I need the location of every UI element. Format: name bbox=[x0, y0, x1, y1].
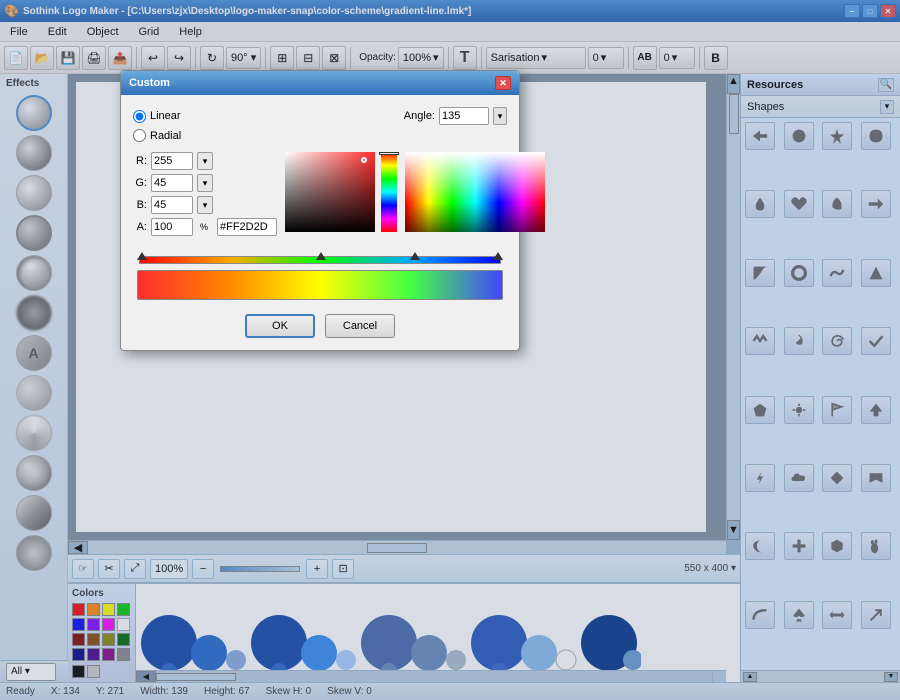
r-row: R: ▾ bbox=[133, 152, 277, 170]
stop-2[interactable] bbox=[316, 252, 326, 260]
g-spin[interactable]: ▾ bbox=[197, 174, 213, 192]
dialog-buttons: OK Cancel bbox=[133, 314, 507, 338]
b-label: B: bbox=[133, 199, 147, 211]
gradient-stops-area bbox=[133, 248, 507, 268]
dialog-title-bar: Custom ✕ bbox=[121, 71, 519, 95]
dialog-title-text: Custom bbox=[129, 77, 170, 89]
hex-input[interactable] bbox=[217, 218, 277, 236]
color-palette-canvas[interactable] bbox=[405, 152, 545, 232]
gradient-picker bbox=[285, 152, 397, 232]
b-row: B: ▾ bbox=[133, 196, 277, 214]
g-input[interactable] bbox=[151, 174, 193, 192]
angle-label: Angle: bbox=[404, 110, 435, 122]
angle-input[interactable] bbox=[439, 107, 489, 125]
a-row: A: % bbox=[133, 218, 277, 236]
stop-1[interactable] bbox=[137, 252, 147, 260]
dialog-close-button[interactable]: ✕ bbox=[495, 76, 511, 90]
dialog-body: Linear Angle: ▾ Radial R: ▾ bbox=[121, 95, 519, 350]
picker-row: R: ▾ G: ▾ B: ▾ A: % bbox=[133, 152, 507, 236]
r-input[interactable] bbox=[151, 152, 193, 170]
stop-3[interactable] bbox=[410, 252, 420, 260]
gradient-section bbox=[133, 248, 507, 300]
stop-4[interactable] bbox=[493, 252, 503, 260]
angle-group: Angle: ▾ bbox=[404, 107, 507, 125]
radial-label: Radial bbox=[150, 130, 181, 142]
g-row: G: ▾ bbox=[133, 174, 277, 192]
r-spin[interactable]: ▾ bbox=[197, 152, 213, 170]
custom-dialog: Custom ✕ Linear Angle: ▾ Radial bbox=[120, 70, 520, 351]
a-label: A: bbox=[133, 221, 147, 233]
b-input[interactable] bbox=[151, 196, 193, 214]
gradient-color-bar[interactable] bbox=[137, 270, 503, 300]
hue-strip[interactable] bbox=[381, 152, 397, 232]
linear-option[interactable]: Linear bbox=[133, 110, 181, 123]
linear-radio[interactable] bbox=[133, 110, 146, 123]
angle-dropdown-btn[interactable]: ▾ bbox=[493, 107, 507, 125]
rgb-panel: R: ▾ G: ▾ B: ▾ A: % bbox=[133, 152, 277, 236]
b-spin[interactable]: ▾ bbox=[197, 196, 213, 214]
a-input[interactable] bbox=[151, 218, 193, 236]
r-label: R: bbox=[133, 155, 147, 167]
g-label: G: bbox=[133, 177, 147, 189]
hue-cursor bbox=[379, 152, 399, 155]
ok-button[interactable]: OK bbox=[245, 314, 315, 338]
a-pct-label: % bbox=[197, 218, 211, 236]
radial-option[interactable]: Radial bbox=[133, 129, 181, 142]
gradient-type-row: Linear Angle: ▾ bbox=[133, 107, 507, 125]
radial-row: Radial bbox=[133, 129, 507, 142]
radial-radio[interactable] bbox=[133, 129, 146, 142]
gradient-box[interactable] bbox=[285, 152, 375, 232]
palette-section bbox=[405, 152, 545, 235]
linear-label: Linear bbox=[150, 110, 181, 122]
cancel-button[interactable]: Cancel bbox=[325, 314, 395, 338]
